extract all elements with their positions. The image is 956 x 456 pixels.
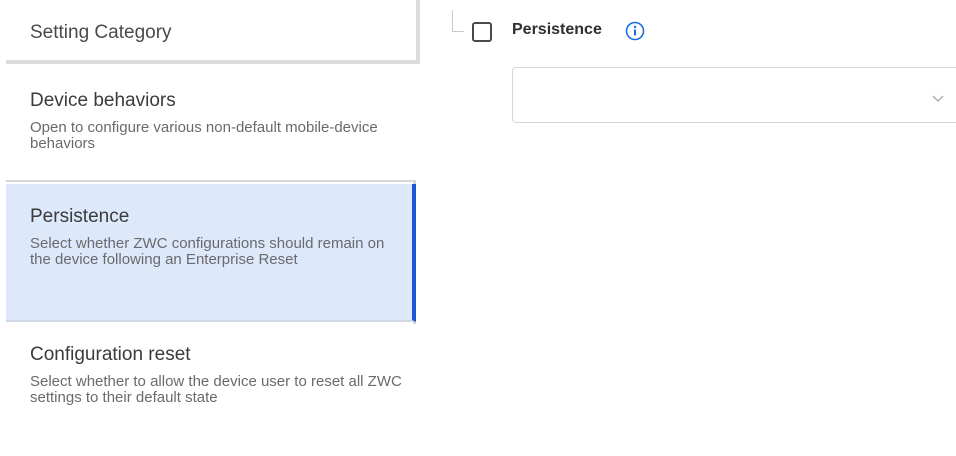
setting-detail-panel: Persistence: [420, 0, 956, 456]
category-list: Device behaviors Open to configure vario…: [6, 64, 416, 456]
tree-connector: [452, 10, 464, 32]
category-item-title: Configuration reset: [30, 344, 191, 365]
setting-category-header: Setting Category: [6, 0, 420, 64]
category-item-title: Persistence: [30, 206, 130, 227]
category-item-description: Select whether to allow the device user …: [30, 373, 402, 406]
category-item-device-behaviors[interactable]: Device behaviors Open to configure vario…: [6, 64, 416, 182]
chevron-down-icon: [931, 91, 945, 103]
persistence-checkbox[interactable]: [472, 22, 492, 42]
category-item-description: Select whether ZWC configurations should…: [30, 235, 385, 268]
category-item-title: Device behaviors: [30, 90, 176, 111]
category-item-description: Open to configure various non-default mo…: [30, 119, 378, 152]
setting-label: Persistence: [512, 21, 602, 38]
settings-page: Setting Category Device behaviors Open t…: [0, 0, 956, 456]
setting-category-title: Setting Category: [30, 22, 172, 43]
category-item-persistence[interactable]: Persistence Select whether ZWC configura…: [6, 184, 416, 322]
info-icon[interactable]: [625, 21, 645, 41]
setting-category-sidebar: Setting Category Device behaviors Open t…: [0, 0, 420, 456]
category-item-configuration-reset[interactable]: Configuration reset Select whether to al…: [6, 324, 416, 456]
persistence-dropdown[interactable]: [512, 67, 956, 123]
